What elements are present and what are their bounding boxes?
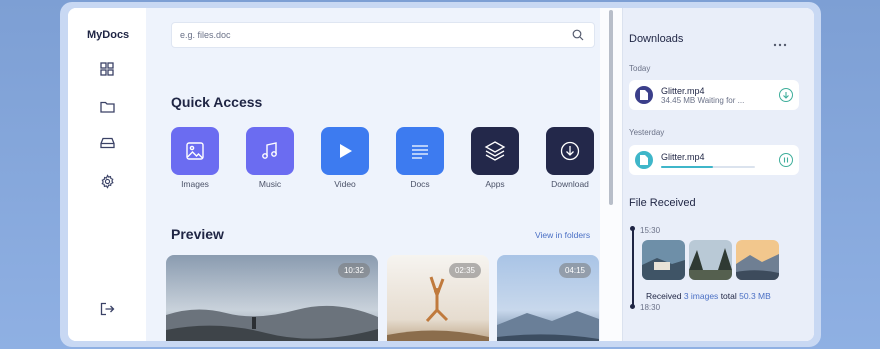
total-size: 50.3 MB (739, 291, 771, 301)
scrollbar-thumb[interactable] (609, 10, 613, 205)
images-count[interactable]: 3 images (684, 291, 719, 301)
duration-badge: 10:32 (337, 263, 370, 278)
video-tile[interactable] (321, 127, 369, 175)
preview-title: Preview (171, 226, 224, 242)
main-content: Quick Access Images Music Video Docs (146, 8, 622, 341)
video-thumbnail[interactable]: 02:35 (387, 255, 489, 341)
play-icon (340, 144, 352, 158)
video-thumbnail[interactable]: 10:32 (166, 255, 378, 341)
progress-track (661, 166, 755, 168)
images-label: Images (181, 179, 209, 189)
quick-access-apps[interactable]: Apps (471, 127, 519, 189)
logout-icon[interactable] (98, 300, 116, 318)
music-icon (262, 142, 277, 159)
downloads-title: Downloads (629, 33, 684, 45)
received-summary: Received 3 images total 50.3 MB (646, 291, 771, 301)
more-icon[interactable] (773, 35, 787, 47)
download-item[interactable]: Glitter.mp4 (629, 145, 799, 175)
download-icon (560, 141, 580, 161)
brand-logo: MyDocs (87, 29, 130, 41)
settings-gear-icon[interactable] (98, 172, 116, 190)
apps-tile[interactable] (471, 127, 519, 175)
received-word: Received (646, 291, 682, 301)
download-label: Download (551, 179, 589, 189)
pause-icon[interactable] (779, 153, 793, 167)
video-label: Video (334, 179, 356, 189)
view-in-folders-link[interactable]: View in folders (535, 230, 590, 240)
docs-tile[interactable] (396, 127, 444, 175)
timeline (632, 228, 634, 306)
file-received-title: File Received (629, 197, 696, 209)
sidebar: MyDocs (68, 8, 146, 341)
yesterday-label: Yesterday (629, 128, 665, 137)
time-end: 18:30 (640, 303, 661, 312)
quick-access-docs[interactable]: Docs (396, 127, 444, 189)
file-icon (635, 151, 653, 169)
duration-badge: 04:15 (558, 263, 591, 278)
quick-access-images[interactable]: Images (171, 127, 219, 189)
received-image[interactable] (736, 240, 779, 280)
file-icon (635, 86, 653, 104)
quick-access-download[interactable]: Download (546, 127, 594, 189)
received-image[interactable] (689, 240, 732, 280)
quick-access-video[interactable]: Video (321, 127, 369, 189)
music-tile[interactable] (246, 127, 294, 175)
file-name: Glitter.mp4 (661, 85, 705, 96)
progress-fill (661, 166, 713, 168)
music-label: Music (258, 179, 282, 189)
quick-access-music[interactable]: Music (246, 127, 294, 189)
dashboard-icon[interactable] (98, 60, 116, 78)
doc-icon (412, 145, 428, 159)
file-name: Glitter.mp4 (661, 152, 705, 162)
apps-label: Apps (485, 179, 505, 189)
app-window: MyDocs Quick Access (68, 8, 814, 341)
images-tile[interactable] (171, 127, 219, 175)
total-word: total (720, 291, 737, 301)
download-tile[interactable] (546, 127, 594, 175)
timeline-dot (630, 226, 635, 231)
search-icon[interactable] (572, 28, 586, 42)
download-arrow-icon[interactable] (779, 88, 793, 102)
layers-icon (484, 141, 506, 161)
video-thumbnail[interactable]: 04:15 (497, 255, 599, 341)
timeline-dot (630, 304, 635, 309)
today-label: Today (629, 64, 651, 73)
docs-label: Docs (410, 179, 430, 189)
downloads-panel: Downloads Today Glitter.mp4 34.45 MB Wai… (622, 8, 814, 341)
duration-badge: 02:35 (448, 263, 481, 278)
image-icon (186, 142, 204, 160)
quick-access-title: Quick Access (171, 94, 263, 110)
received-image[interactable] (642, 240, 685, 280)
search-input[interactable] (180, 30, 572, 40)
folder-icon[interactable] (98, 97, 116, 115)
search-bar (171, 22, 595, 48)
download-item[interactable]: Glitter.mp4 34.45 MB Waiting for ... (629, 80, 799, 110)
inbox-icon[interactable] (98, 134, 116, 152)
file-meta: 34.45 MB Waiting for ... (661, 95, 745, 105)
time-start: 15:30 (640, 226, 661, 235)
